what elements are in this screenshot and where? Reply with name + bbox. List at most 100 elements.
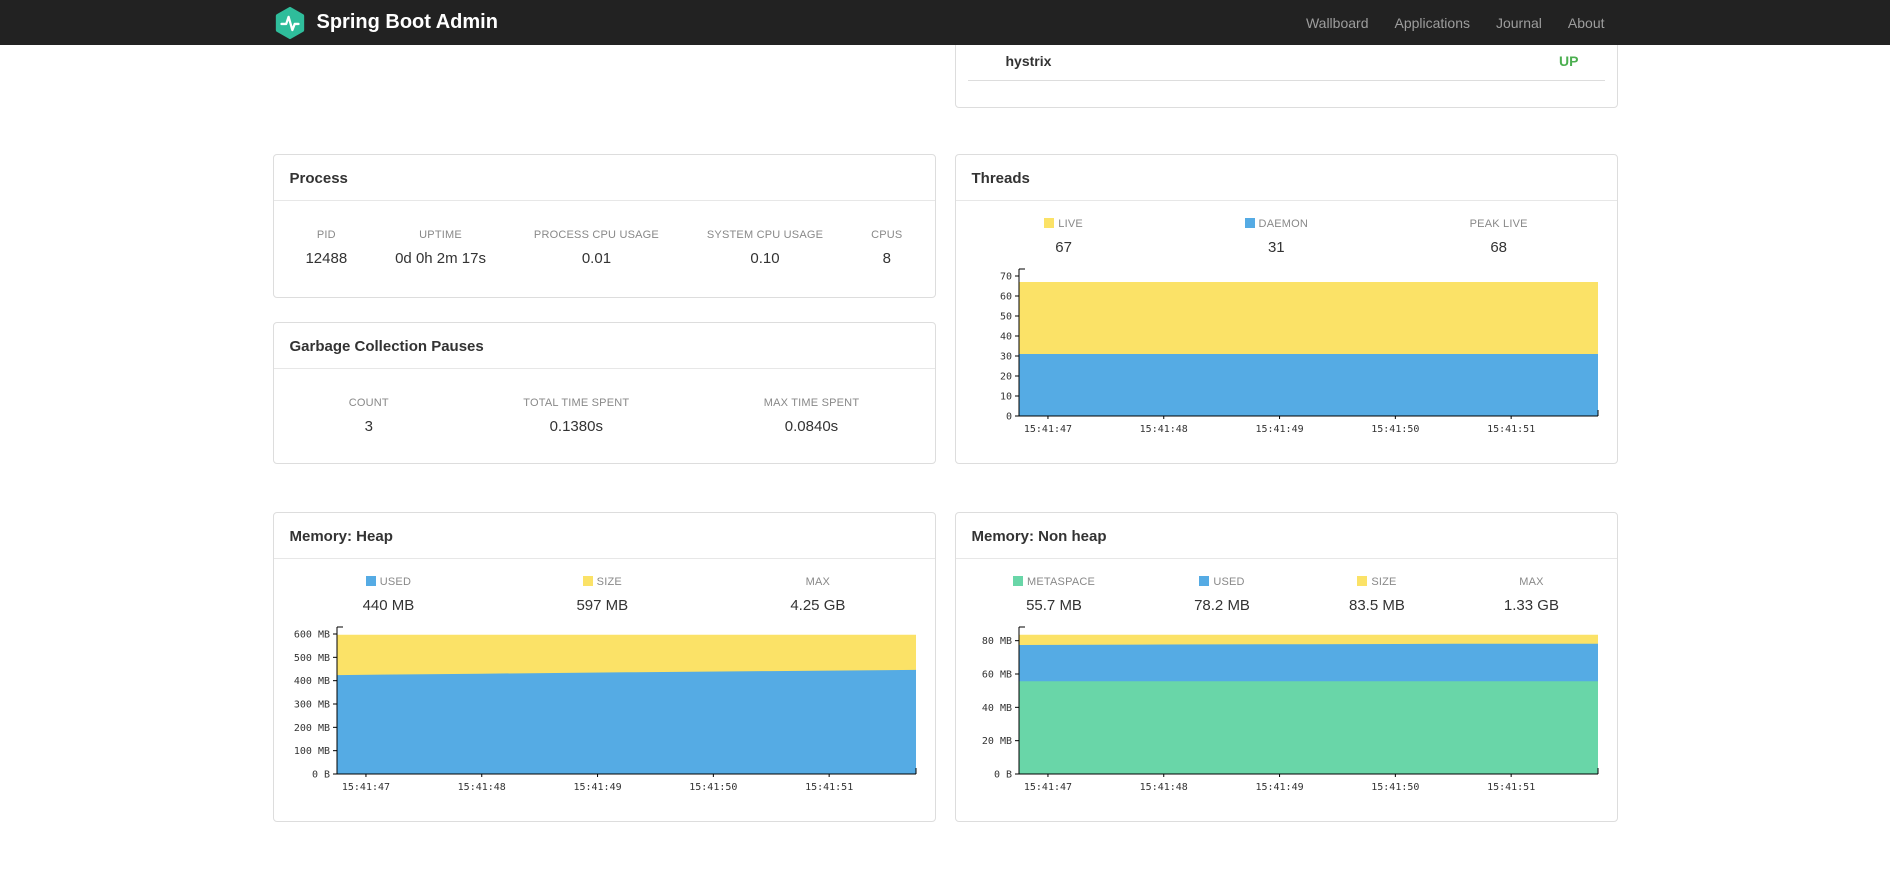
legend-nonheap-used-label: USED <box>1213 576 1245 588</box>
app-logo-icon <box>273 6 307 40</box>
legend-color-swatch <box>582 576 593 586</box>
gc-card: Garbage Collection Pauses COUNT 3 TOTAL … <box>272 322 936 464</box>
stat-gc-count-value: 3 <box>364 418 373 435</box>
stat-pid-label: PID <box>316 229 336 241</box>
legend-peak-live-label: PEAK LIVE <box>1469 218 1528 230</box>
legend-color-swatch <box>1013 576 1024 586</box>
nav-item-journal[interactable]: Journal <box>1483 15 1555 31</box>
stat-process-cpu-value: 0.01 <box>581 250 612 267</box>
nonheap-legend: METASPACE 55.7 MB USED 78.2 MB SIZE 83.5… <box>956 559 1617 620</box>
nav-item-wallboard[interactable]: Wallboard <box>1293 15 1382 31</box>
svg-text:15:41:48: 15:41:48 <box>1139 782 1187 793</box>
legend-daemon: DAEMON 31 <box>1244 218 1309 256</box>
heap-chart: 0 B 100 MB 200 MB 300 MB 400 MB 500 MB 600 MB 1… <box>293 626 916 793</box>
gc-stats: COUNT 3 TOTAL TIME SPENT 0.1380s MAX TIM… <box>274 369 935 445</box>
stat-gc-max-time-label: MAX TIME SPENT <box>763 397 860 409</box>
svg-text:60 MB: 60 MB <box>981 670 1011 681</box>
stat-gc-max-time: MAX TIME SPENT 0.0840s <box>764 397 860 435</box>
legend-heap-size-value: 597 MB <box>576 597 629 614</box>
svg-text:30: 30 <box>999 352 1011 363</box>
svg-text:600 MB: 600 MB <box>293 630 329 641</box>
legend-color-swatch <box>1357 576 1368 586</box>
stat-process-cpu-label: PROCESS CPU USAGE <box>533 229 659 241</box>
legend-metaspace-value: 55.7 MB <box>1026 597 1082 614</box>
stat-uptime-label: UPTIME <box>419 229 462 241</box>
svg-text:15:41:51: 15:41:51 <box>1487 424 1535 435</box>
threads-chart: 0 10 20 30 40 50 60 70 15:41:47 15:41:48 15:41:49 1… <box>999 268 1598 435</box>
svg-text:0 B: 0 B <box>311 770 329 781</box>
stat-gc-total-time-label: TOTAL TIME SPENT <box>523 397 630 409</box>
stat-cpus-value: 8 <box>882 250 891 267</box>
nonheap-chart: 0 B 20 MB 40 MB 60 MB 80 MB 15:41:47 15:41:48 1… <box>981 626 1598 793</box>
threads-card-title: Threads <box>955 155 1617 201</box>
threads-chart-area: 0 10 20 30 40 50 60 70 15:41:47 15:41:48 15:41:49 1… <box>956 262 1617 442</box>
svg-text:15:41:51: 15:41:51 <box>1487 782 1535 793</box>
legend-heap-used-label: USED <box>379 576 412 588</box>
legend-heap-max: MAX 4.25 GB <box>790 576 845 614</box>
heap-chart-area: 0 B 100 MB 200 MB 300 MB 400 MB 500 MB 600 MB 1… <box>274 620 935 800</box>
left-column: Process PID 12488 UPTIME 0d 0h 2m 17s PR… <box>272 45 936 822</box>
stat-gc-total-time: TOTAL TIME SPENT 0.1380s <box>523 397 629 435</box>
stat-gc-max-time-value: 0.0840s <box>784 418 839 435</box>
stat-system-cpu: SYSTEM CPU USAGE 0.10 <box>707 229 823 267</box>
svg-text:15:41:50: 15:41:50 <box>1371 782 1419 793</box>
stat-pid: PID 12488 <box>305 229 347 267</box>
svg-text:0 B: 0 B <box>993 770 1011 781</box>
top-navbar: Spring Boot Admin Wallboard Applications… <box>0 0 1890 45</box>
application-status-row[interactable]: hystrix UP <box>967 42 1605 81</box>
svg-text:15:41:47: 15:41:47 <box>1023 424 1071 435</box>
legend-nonheap-max-value: 1.33 GB <box>1503 597 1559 614</box>
svg-text:50: 50 <box>999 312 1011 323</box>
stat-uptime: UPTIME 0d 0h 2m 17s <box>395 229 486 267</box>
legend-live-value: 67 <box>1055 239 1072 256</box>
svg-text:70: 70 <box>999 272 1011 283</box>
legend-heap-max-label: MAX <box>805 576 831 588</box>
svg-text:80 MB: 80 MB <box>981 636 1011 647</box>
stat-gc-total-time-value: 0.1380s <box>549 418 603 435</box>
memory-nonheap-card-title: Memory: Non heap <box>955 513 1617 559</box>
process-card-title: Process <box>273 155 935 201</box>
legend-live: LIVE 67 <box>1044 218 1083 256</box>
svg-text:15:41:49: 15:41:49 <box>1255 424 1303 435</box>
legend-heap-size-label: SIZE <box>596 576 622 588</box>
status-card-spacer <box>956 81 1617 107</box>
legend-nonheap-used: USED 78.2 MB <box>1194 576 1250 614</box>
stat-process-cpu: PROCESS CPU USAGE 0.01 <box>534 229 659 267</box>
svg-text:300 MB: 300 MB <box>293 700 329 711</box>
legend-daemon-label: DAEMON <box>1258 218 1309 230</box>
svg-text:15:41:47: 15:41:47 <box>341 782 389 793</box>
svg-text:15:41:50: 15:41:50 <box>1371 424 1419 435</box>
nav-item-applications[interactable]: Applications <box>1381 15 1483 31</box>
svg-text:60: 60 <box>999 292 1011 303</box>
legend-nonheap-max: MAX 1.33 GB <box>1504 576 1559 614</box>
memory-heap-card-title: Memory: Heap <box>273 513 935 559</box>
nav-links: Wallboard Applications Journal About <box>1293 15 1618 31</box>
right-column: hystrix UP Threads LIVE 67 DAEMON 31 PEA… <box>954 0 1618 822</box>
heap-legend: USED 440 MB SIZE 597 MB MAX 4.25 GB <box>274 559 935 620</box>
svg-text:400 MB: 400 MB <box>293 676 329 687</box>
legend-live-label: LIVE <box>1058 218 1083 230</box>
legend-nonheap-max-label: MAX <box>1519 576 1544 588</box>
svg-text:20 MB: 20 MB <box>981 736 1011 747</box>
legend-heap-used: USED 440 MB <box>363 576 414 614</box>
threads-card: Threads LIVE 67 DAEMON 31 PEAK LIVE 68 0… <box>954 154 1618 464</box>
brand-link[interactable]: Spring Boot Admin <box>273 6 498 40</box>
svg-text:15:41:50: 15:41:50 <box>689 782 737 793</box>
svg-text:0: 0 <box>1005 412 1011 423</box>
nav-item-about[interactable]: About <box>1555 15 1618 31</box>
process-stats: PID 12488 UPTIME 0d 0h 2m 17s PROCESS CP… <box>274 201 935 277</box>
process-card: Process PID 12488 UPTIME 0d 0h 2m 17s PR… <box>272 154 936 298</box>
svg-text:40 MB: 40 MB <box>981 703 1011 714</box>
svg-text:10: 10 <box>999 392 1011 403</box>
svg-text:200 MB: 200 MB <box>293 723 329 734</box>
legend-color-swatch <box>1244 218 1255 228</box>
svg-text:15:41:51: 15:41:51 <box>805 782 853 793</box>
svg-text:15:41:49: 15:41:49 <box>573 782 621 793</box>
stat-uptime-value: 0d 0h 2m 17s <box>395 250 486 267</box>
legend-metaspace-label: METASPACE <box>1027 576 1096 588</box>
legend-color-swatch <box>1044 218 1055 228</box>
legend-heap-size: SIZE 597 MB <box>576 576 628 614</box>
memory-nonheap-card: Memory: Non heap METASPACE 55.7 MB USED … <box>954 512 1618 822</box>
legend-daemon-value: 31 <box>1267 239 1285 256</box>
svg-text:500 MB: 500 MB <box>293 653 329 664</box>
